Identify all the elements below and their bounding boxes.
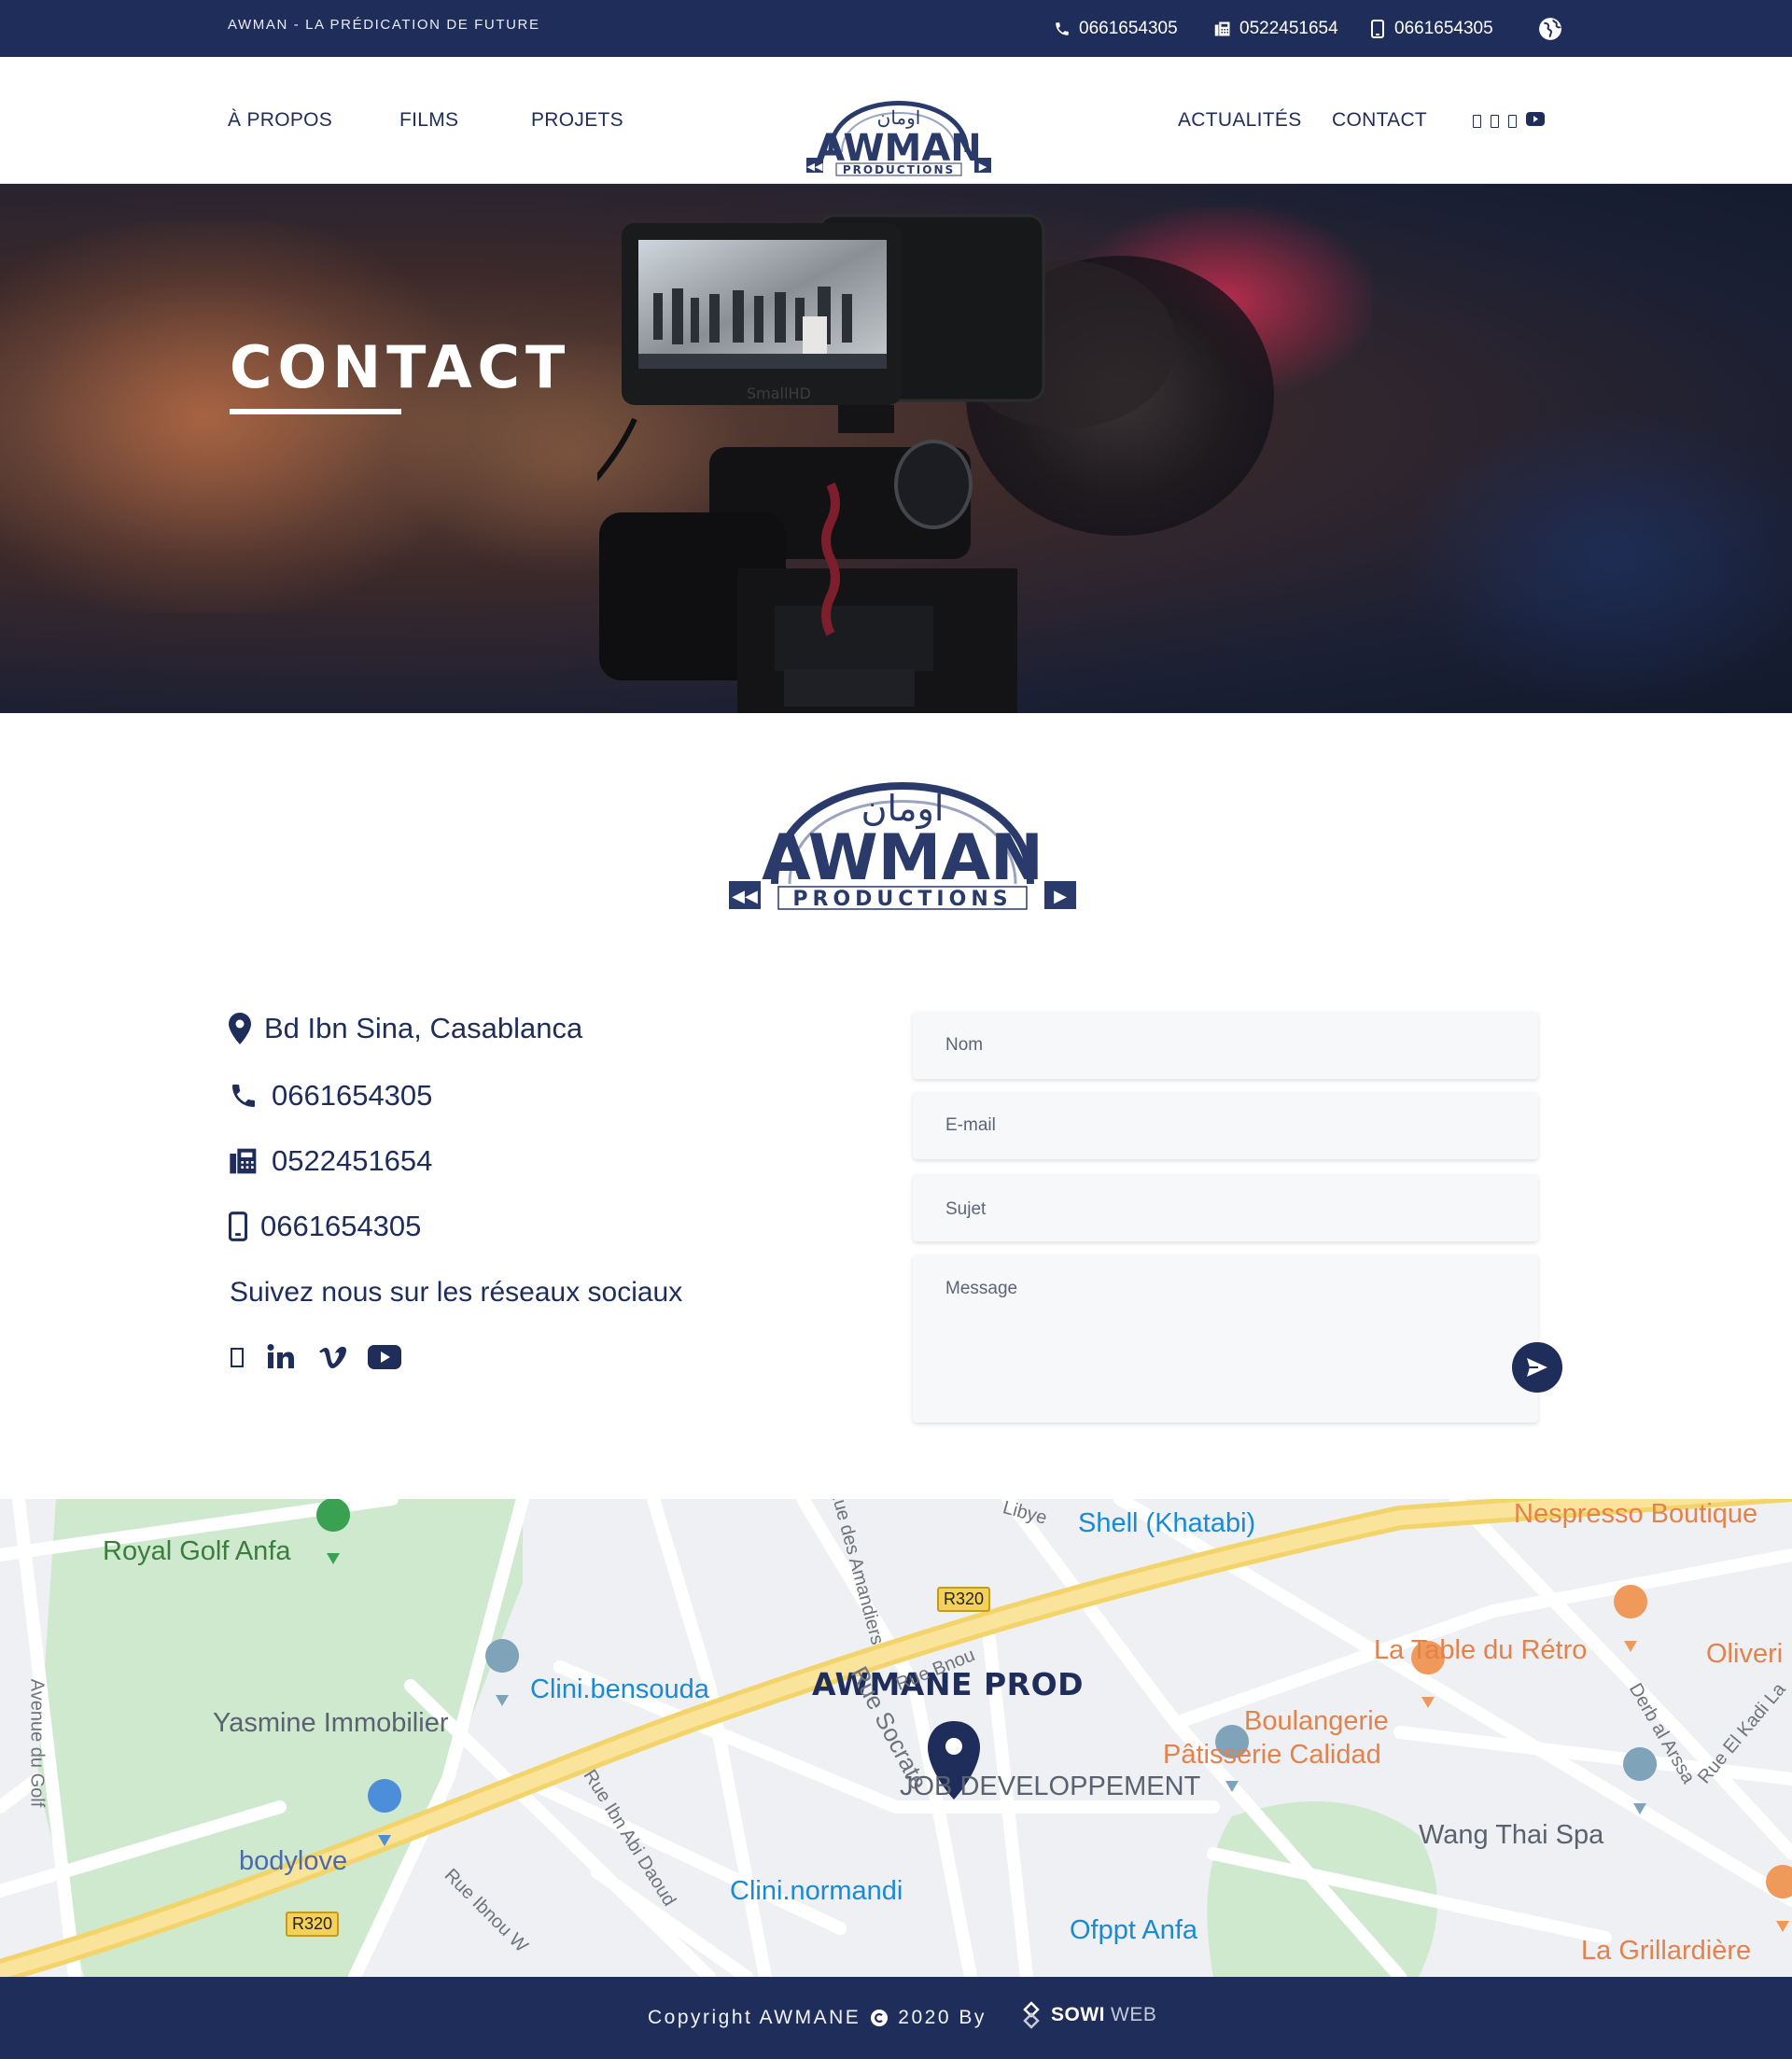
svg-text:▶: ▶: [979, 161, 987, 173]
sowiweb-mark-icon: [1023, 2001, 1040, 2029]
message-field[interactable]: Message: [913, 1254, 1538, 1422]
map-label-royal-golf: Royal Golf Anfa: [103, 1536, 291, 1566]
mobile-icon: [1368, 20, 1387, 38]
contact-phone[interactable]: 0661654305: [229, 1079, 432, 1113]
map-street-avenue-golf: Avenue du Golf: [26, 1678, 48, 1808]
svg-text:▶: ▶: [1054, 887, 1067, 906]
nav-contact[interactable]: CONTACT: [1332, 109, 1427, 132]
top-bar: AWMAN - LA PRÉDICATION DE FUTURE 0661654…: [0, 0, 1792, 57]
svg-text:PRODUCTIONS: PRODUCTIONS: [792, 888, 1012, 911]
globe-icon[interactable]: [1538, 17, 1562, 41]
subject-field[interactable]: Sujet: [913, 1174, 1538, 1241]
message-placeholder: Message: [945, 1279, 1018, 1298]
nav-social-icons: [1473, 111, 1545, 132]
location-map[interactable]: AWMANE PROD Royal Golf Anfa Yasmine Immo…: [0, 1499, 1792, 1977]
nav-a-propos[interactable]: À PROPOS: [228, 109, 332, 132]
map-label-la-grillardiere: La Grillardière: [1581, 1936, 1752, 1966]
fax-icon: [1213, 20, 1232, 38]
address-text: Bd Ibn Sina, Casablanca: [264, 1012, 583, 1044]
map-label-job-dev: JOB DEVELOPPEMENT: [900, 1772, 1201, 1801]
topbar-fax-text: 0522451654: [1239, 19, 1338, 38]
follow-us-text: Suivez nous sur les réseaux sociaux: [230, 1277, 683, 1308]
mobile-icon: [229, 1212, 247, 1241]
contact-address: Bd Ibn Sina, Casablanca: [229, 1012, 582, 1045]
map-label-yasmine: Yasmine Immobilier: [213, 1708, 449, 1738]
tagline: AWMAN - LA PRÉDICATION DE FUTURE: [228, 17, 540, 33]
map-label-la-table: La Table du Rétro: [1374, 1635, 1588, 1665]
map-label-patisserie: Pâtisserie Calidad: [1163, 1740, 1381, 1770]
email-placeholder: E-mail: [945, 1115, 996, 1135]
map-label-nespresso: Nespresso Boutique: [1514, 1499, 1758, 1529]
phone-icon: [1053, 20, 1071, 38]
topbar-phone-text: 0661654305: [1079, 19, 1178, 38]
hero-title-underline: [230, 409, 401, 414]
vimeo-icon[interactable]: [317, 1344, 347, 1375]
svg-text:PRODUCTIONS: PRODUCTIONS: [843, 163, 955, 176]
contact-fax[interactable]: 0522451654: [229, 1144, 432, 1178]
phone-icon: [232, 1085, 255, 1107]
hero-title: CONTACT: [230, 333, 571, 401]
facebook-icon[interactable]: [1473, 115, 1481, 128]
linkedin-icon[interactable]: [1491, 115, 1499, 128]
sowiweb-logo[interactable]: SOWI WEB: [1017, 2001, 1156, 2029]
vimeo-icon[interactable]: [1508, 115, 1517, 128]
topbar-mobile-text: 0661654305: [1394, 19, 1493, 38]
main-nav: À PROPOS FILMS PROJETS اومان AWMAN PRODU…: [0, 57, 1792, 184]
map-road-badge-r320: R320: [937, 1587, 991, 1612]
nav-projets[interactable]: PROJETS: [531, 109, 623, 132]
map-label-clini-normandi: Clini.normandi: [730, 1876, 903, 1906]
svg-text:◀◀: ◀◀: [732, 887, 758, 906]
map-label-bodylove: bodylove: [239, 1846, 348, 1876]
map-label-oliveri: Oliveri: [1706, 1639, 1784, 1669]
svg-text:AWMAN: AWMAN: [762, 821, 1043, 895]
copyright-line: Copyright AWMANE 2020 By: [648, 2007, 987, 2029]
map-road-badge-r320-2: R320: [286, 1912, 340, 1937]
topbar-mobile[interactable]: 0661654305: [1368, 19, 1493, 39]
nav-films[interactable]: FILMS: [399, 109, 458, 132]
nav-actualites[interactable]: ACTUALITÉS: [1178, 109, 1302, 132]
map-label-clini-bensouda: Clini.bensouda: [530, 1674, 709, 1704]
hero-banner: SmallHD CONTACT: [0, 184, 1792, 713]
send-button[interactable]: [1512, 1342, 1562, 1393]
phone-text: 0661654305: [272, 1079, 433, 1112]
awman-logo-small[interactable]: اومان AWMAN PRODUCTIONS ◀◀ ▶: [803, 66, 995, 176]
copyright-text: Copyright AWMANE: [648, 2007, 861, 2028]
name-placeholder: Nom: [945, 1035, 984, 1055]
subject-placeholder: Sujet: [945, 1199, 987, 1219]
sowiweb-brand-light: WEB: [1111, 2004, 1157, 2025]
social-links: [230, 1344, 401, 1375]
awman-logo-large: اومان AWMAN PRODUCTIONS ◀◀ ▶: [729, 782, 1076, 911]
facebook-icon[interactable]: [230, 1346, 246, 1373]
contact-mobile[interactable]: 0661654305: [229, 1210, 421, 1243]
youtube-icon[interactable]: [1526, 112, 1545, 131]
copyright-year: 2020 By: [898, 2007, 987, 2028]
name-field[interactable]: Nom: [913, 1012, 1538, 1079]
fax-icon: [230, 1148, 257, 1174]
map-label-ofppt: Ofppt Anfa: [1070, 1915, 1198, 1945]
topbar-phone[interactable]: 0661654305: [1053, 19, 1178, 39]
sowiweb-brand-bold: SOWI: [1051, 2004, 1105, 2025]
map-pin-icon: [229, 1013, 251, 1044]
map-label-shell: Shell (Khatabi): [1078, 1508, 1256, 1538]
camera-image: SmallHD: [597, 214, 1274, 713]
footer: Copyright AWMANE 2020 By SOWI WEB: [0, 1977, 1792, 2059]
svg-text:SmallHD: SmallHD: [747, 385, 811, 402]
svg-text:◀◀: ◀◀: [807, 161, 823, 173]
svg-text:اومان: اومان: [877, 106, 921, 129]
email-field[interactable]: E-mail: [913, 1092, 1538, 1159]
map-label-boulangerie: Boulangerie: [1244, 1706, 1389, 1736]
fax-text: 0522451654: [272, 1144, 433, 1177]
send-icon: [1527, 1358, 1547, 1377]
linkedin-icon[interactable]: [267, 1344, 297, 1375]
mobile-text: 0661654305: [260, 1210, 422, 1242]
map-label-wang-thai: Wang Thai Spa: [1419, 1820, 1604, 1850]
topbar-fax[interactable]: 0522451654: [1213, 19, 1338, 39]
copyright-icon: [871, 2010, 889, 2026]
youtube-icon[interactable]: [368, 1345, 401, 1374]
